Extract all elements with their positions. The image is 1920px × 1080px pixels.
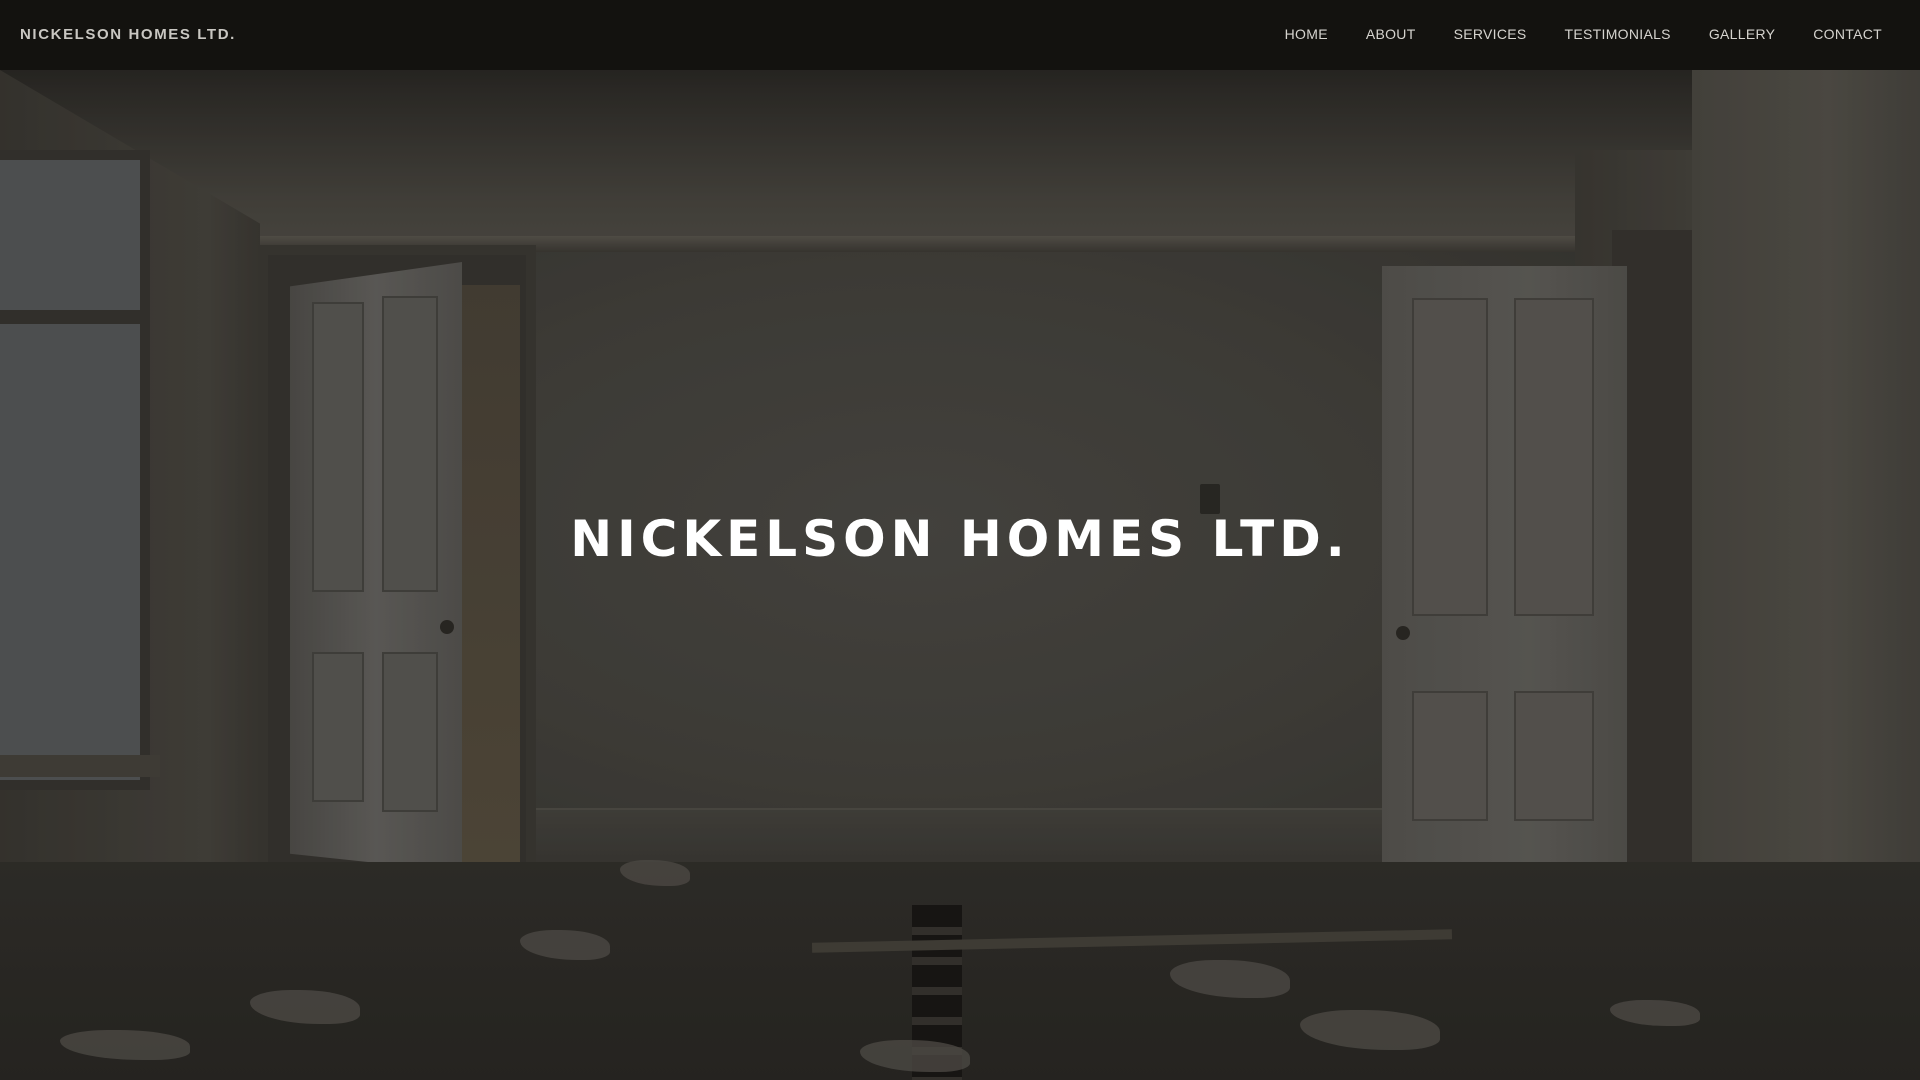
nav-item-home: HOME [1285,26,1328,44]
nav-link-gallery[interactable]: GALLERY [1709,26,1775,42]
top-navbar: NICKELSON HOMES LTD. HOME ABOUT SERVICES… [0,0,1920,70]
nav-link-home[interactable]: HOME [1285,26,1328,42]
nav-item-about: ABOUT [1366,26,1416,44]
nav-item-testimonials: TESTIMONIALS [1565,26,1671,44]
nav-link-services[interactable]: SERVICES [1454,26,1527,42]
brand-logo-link[interactable]: NICKELSON HOMES LTD. [20,26,236,43]
nav-link-contact[interactable]: CONTACT [1813,26,1882,42]
nav-item-contact: CONTACT [1813,26,1882,44]
page: NICKELSON HOMES LTD. HOME ABOUT SERVICES… [0,0,1920,1080]
hero-title: NICKELSON HOMES LTD. [570,510,1350,568]
nav-menu: HOME ABOUT SERVICES TESTIMONIALS GALLERY… [1247,26,1882,44]
nav-link-testimonials[interactable]: TESTIMONIALS [1565,26,1671,42]
nav-item-gallery: GALLERY [1709,26,1775,44]
nav-item-services: SERVICES [1454,26,1527,44]
nav-link-about[interactable]: ABOUT [1366,26,1416,42]
